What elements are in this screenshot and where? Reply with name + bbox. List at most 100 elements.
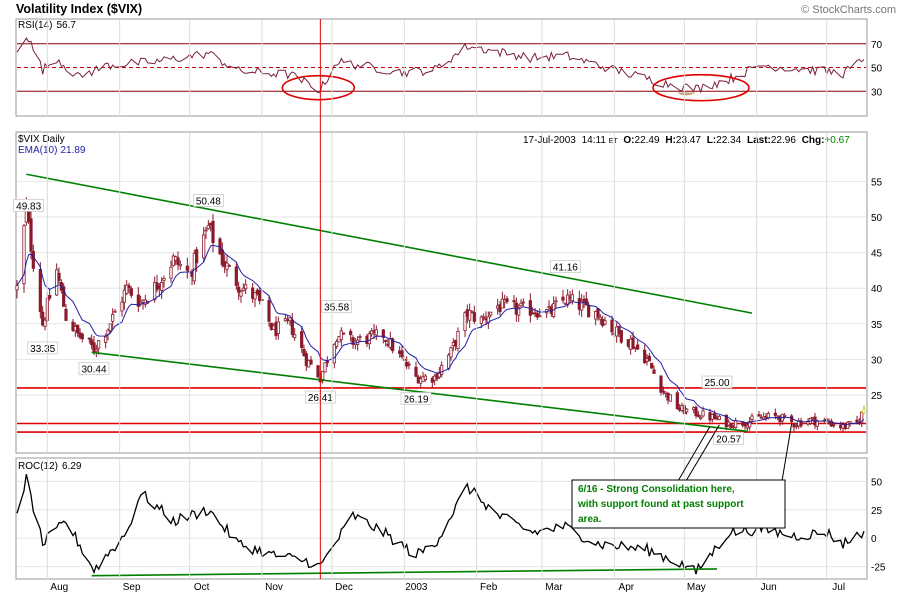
candle-body <box>48 294 52 299</box>
candle-body <box>414 366 418 377</box>
x-tick-label: Aug <box>50 582 68 593</box>
candle-body <box>519 302 523 307</box>
price-label-text: 50.48 <box>196 196 221 207</box>
credit-text: © StockCharts.com <box>801 4 896 16</box>
candle-body <box>554 300 558 303</box>
ohlc-info: 17-Jul-2003 14:11 ET O:22.49 H:23.47 L:2… <box>523 135 850 146</box>
candle-body <box>195 249 199 264</box>
candle-body <box>57 272 61 281</box>
price-label: 20.57 <box>713 432 744 445</box>
candle-body <box>309 359 313 365</box>
candle-body <box>178 263 182 267</box>
candle-body <box>160 281 164 291</box>
price-label: 30.44 <box>78 362 110 376</box>
price-label: 50.48 <box>193 194 224 207</box>
price-label: 35.58 <box>321 300 352 314</box>
price-label-text: 30.44 <box>81 365 106 376</box>
candle-body <box>561 296 565 301</box>
candle-body <box>598 316 602 320</box>
x-tick-label: Apr <box>619 582 635 593</box>
price-panel: $VIX Daily EMA(10) 21.89 17-Jul-2003 14:1… <box>13 131 883 466</box>
candle-body <box>332 344 336 364</box>
price-label: 25.00 <box>701 375 733 389</box>
candle-body <box>202 234 206 259</box>
candle-body <box>521 301 525 304</box>
x-tick-label: Nov <box>265 582 283 593</box>
price-label: 33.35 <box>27 341 58 355</box>
candle-body <box>675 392 679 410</box>
candle-body <box>694 406 698 417</box>
x-tick-label: Mar <box>545 582 563 593</box>
chart-title: Volatility Index ($VIX) <box>16 2 142 16</box>
candle-body <box>685 408 689 413</box>
candle-body <box>659 375 663 393</box>
candle-body <box>456 330 460 350</box>
roc-label: ROC(12) 6.29 <box>18 461 82 472</box>
candle-body <box>227 265 231 267</box>
candle-body <box>94 349 98 352</box>
x-tick-label: Oct <box>194 582 210 593</box>
candle-body <box>358 336 362 338</box>
candle-body <box>766 413 770 419</box>
candle-body <box>701 410 705 417</box>
candle-body <box>111 313 115 322</box>
candle-body <box>267 300 271 322</box>
candle-body <box>76 324 80 334</box>
price-tick-label: 50 <box>871 213 883 224</box>
candle-body <box>129 288 133 296</box>
candle-body <box>472 312 476 322</box>
price-panel-label: $VIX Daily <box>18 134 65 145</box>
candle-body <box>862 409 866 414</box>
candle-body <box>80 333 84 340</box>
price-label-text: 35.58 <box>324 303 349 314</box>
candle-body <box>185 265 189 271</box>
price-label-text: 49.83 <box>16 201 41 212</box>
candle-body <box>717 415 721 420</box>
candle-body <box>734 420 738 428</box>
candle-body <box>234 266 238 286</box>
candle-body <box>440 364 444 375</box>
candle-body <box>652 369 656 374</box>
candle-body <box>636 344 640 350</box>
candle-body <box>113 310 117 313</box>
candle-body <box>650 362 654 369</box>
price-tick-label: 40 <box>871 284 883 295</box>
price-label-text: 25.00 <box>704 378 729 389</box>
candle-body <box>610 319 614 333</box>
candle-body <box>773 412 777 416</box>
candle-body <box>512 300 516 303</box>
vix-chart: Volatility Index ($VIX) © StockCharts.co… <box>13 2 896 593</box>
candle-body <box>449 347 453 358</box>
candle-body <box>87 337 91 340</box>
x-tick-label: Jun <box>761 582 777 593</box>
candle-body <box>757 414 761 417</box>
candle-body <box>290 319 294 335</box>
candle-body <box>538 315 542 318</box>
candle-body <box>696 414 700 417</box>
x-tick-label: May <box>687 582 706 593</box>
candle-body <box>750 415 754 420</box>
candle-body <box>169 266 173 279</box>
candle-body <box>300 331 304 348</box>
candle-body <box>603 320 607 325</box>
candle-body <box>407 363 411 366</box>
candle-body <box>832 424 836 427</box>
candle-body <box>783 414 787 417</box>
candle-body <box>15 285 19 291</box>
candle-body <box>325 361 329 364</box>
candle-body <box>699 416 703 420</box>
candle-body <box>29 218 33 252</box>
candle-body <box>206 225 210 230</box>
candle-body <box>108 323 112 332</box>
candle-body <box>316 365 320 378</box>
candle-body <box>482 316 486 319</box>
price-label: 49.83 <box>13 199 44 212</box>
candle-body <box>367 333 371 345</box>
candle-body <box>162 277 166 281</box>
rsi-tick-label: 30 <box>871 87 883 98</box>
price-tick-label: 35 <box>871 320 883 331</box>
candle-body <box>31 251 35 269</box>
candle-body <box>647 355 651 362</box>
candle-body <box>423 375 427 381</box>
rsi-tick-label: 50 <box>871 64 883 75</box>
